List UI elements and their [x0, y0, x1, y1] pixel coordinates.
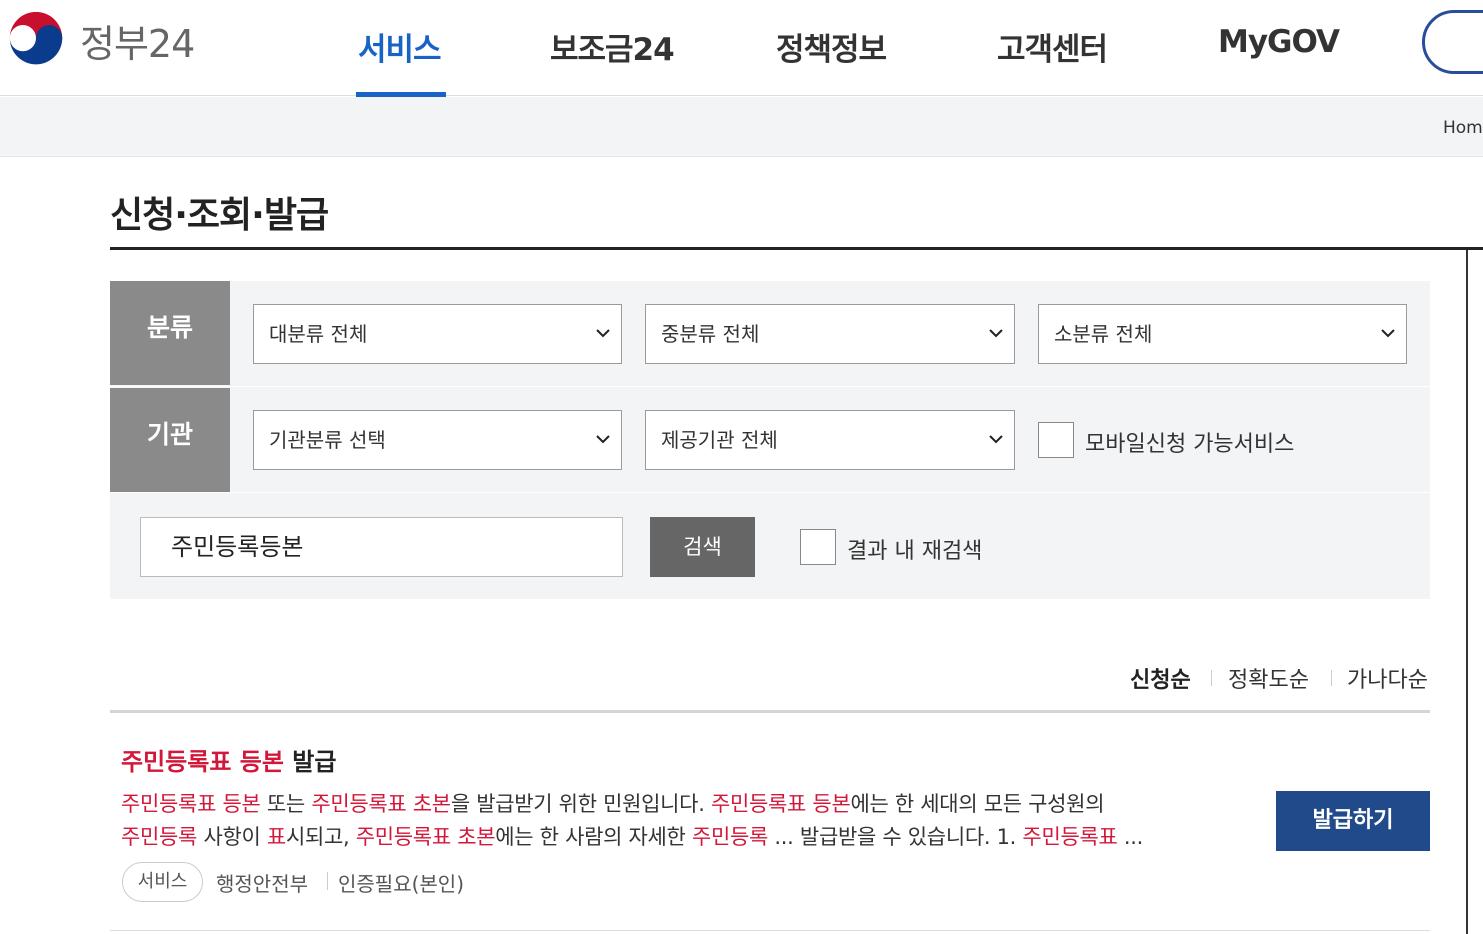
keyword-highlight: 표	[266, 825, 286, 849]
service-tag: 서비스	[122, 862, 203, 902]
keyword-highlight: 주민등록	[691, 825, 769, 849]
description-text: 을 발급받기 위한 민원입니다.	[450, 792, 711, 816]
chevron-down-icon	[989, 435, 1003, 444]
page-title: 신청·조회·발급	[110, 195, 329, 236]
title-divider	[110, 247, 1483, 250]
agency-type-value: 기관분류 선택	[269, 428, 386, 452]
middle-category-select[interactable]: 중분류 전체	[645, 304, 1015, 364]
agency-type-select[interactable]: 기관분류 선택	[253, 410, 622, 470]
gov24-logo[interactable]: 정부24	[4, 8, 195, 72]
category-label: 분류	[110, 281, 230, 385]
description-text: 에는 한 세대의 모든 구성원의	[850, 792, 1105, 816]
sort-by-accuracy[interactable]: 정확도순	[1228, 662, 1309, 694]
search-input[interactable]: 주민등록등본	[140, 517, 623, 577]
keyword-highlight: 주민등록표 초본	[355, 825, 496, 849]
provider-value: 제공기관 전체	[661, 428, 778, 452]
result-agency: 행정안전부	[216, 872, 308, 896]
description-text: ...	[1117, 825, 1144, 849]
mobile-only-label[interactable]: 모바일신청 가능서비스	[1085, 426, 1294, 458]
middle-category-value: 중분류 전체	[661, 322, 760, 346]
result-list-divider	[110, 710, 1430, 713]
chevron-down-icon	[1381, 329, 1395, 338]
header-login-button[interactable]	[1422, 10, 1483, 74]
breadcrumb: Home	[0, 97, 1483, 157]
major-category-select[interactable]: 대분류 전체	[253, 304, 622, 364]
nav-subsidy24[interactable]: 보조금24	[550, 24, 675, 69]
minor-category-value: 소분류 전체	[1054, 322, 1153, 346]
description-text: 또는	[260, 792, 312, 816]
result-title[interactable]: 주민등록표 등본 발급	[121, 742, 336, 777]
research-checkbox[interactable]	[800, 529, 836, 565]
agency-label: 기관	[110, 388, 230, 492]
nav-customer-center[interactable]: 고객센터	[997, 24, 1108, 69]
result-description-line2: 주민등록 사항이 표시되고, 주민등록표 초본에는 한 사람의 자세한 주민등록…	[121, 821, 1143, 851]
description-text: ... 발급받을 수 있습니다. 1.	[768, 825, 1023, 849]
provider-select[interactable]: 제공기관 전체	[645, 410, 1015, 470]
sort-by-alphabet[interactable]: 가나다순	[1347, 662, 1428, 694]
chevron-down-icon	[596, 329, 610, 338]
keyword-highlight: 주민등록	[121, 825, 198, 849]
result-title-highlight: 주민등록표 등본	[121, 748, 284, 776]
keyword-highlight: 주민등록표 등본	[710, 792, 851, 816]
breadcrumb-home[interactable]: Home	[1443, 118, 1483, 138]
search-button[interactable]: 검색	[650, 517, 755, 577]
sort-by-application[interactable]: 신청순	[1130, 662, 1191, 694]
keyword-highlight: 주민등록표 등본	[121, 792, 261, 816]
result-description-line1: 주민등록표 등본 또는 주민등록표 초본을 발급받기 위한 민원입니다. 주민등…	[121, 788, 1105, 818]
research-label[interactable]: 결과 내 재검색	[847, 533, 982, 565]
result-item-divider	[110, 930, 1430, 931]
chevron-down-icon	[989, 329, 1003, 338]
result-title-rest: 발급	[283, 748, 337, 776]
mobile-only-checkbox[interactable]	[1038, 422, 1074, 458]
keyword-highlight: 주민등록표 초본	[311, 792, 451, 816]
nav-service[interactable]: 서비스	[358, 24, 442, 69]
chevron-down-icon	[596, 435, 610, 444]
issue-button[interactable]: 발급하기	[1276, 791, 1430, 851]
result-auth-requirement: 인증필요(본인)	[338, 872, 465, 896]
description-text: 시되고,	[285, 825, 356, 849]
global-header: 정부24 서비스 보조금24 정책정보 고객센터 MyGOV	[0, 0, 1483, 98]
description-text: 사항이	[197, 825, 267, 849]
content-right-border	[1466, 250, 1468, 934]
meta-divider	[327, 872, 328, 890]
nav-policy-info[interactable]: 정책정보	[776, 24, 887, 69]
taegeuk-logo-icon	[4, 8, 68, 72]
keyword-highlight: 주민등록표	[1022, 825, 1118, 849]
sort-divider	[1211, 670, 1212, 686]
nav-mygov[interactable]: MyGOV	[1218, 24, 1340, 60]
sort-divider	[1331, 670, 1332, 686]
major-category-value: 대분류 전체	[269, 322, 368, 346]
minor-category-select[interactable]: 소분류 전체	[1038, 304, 1407, 364]
description-text: 에는 한 사람의 자세한	[495, 825, 692, 849]
logo-text: 정부24	[80, 21, 195, 66]
